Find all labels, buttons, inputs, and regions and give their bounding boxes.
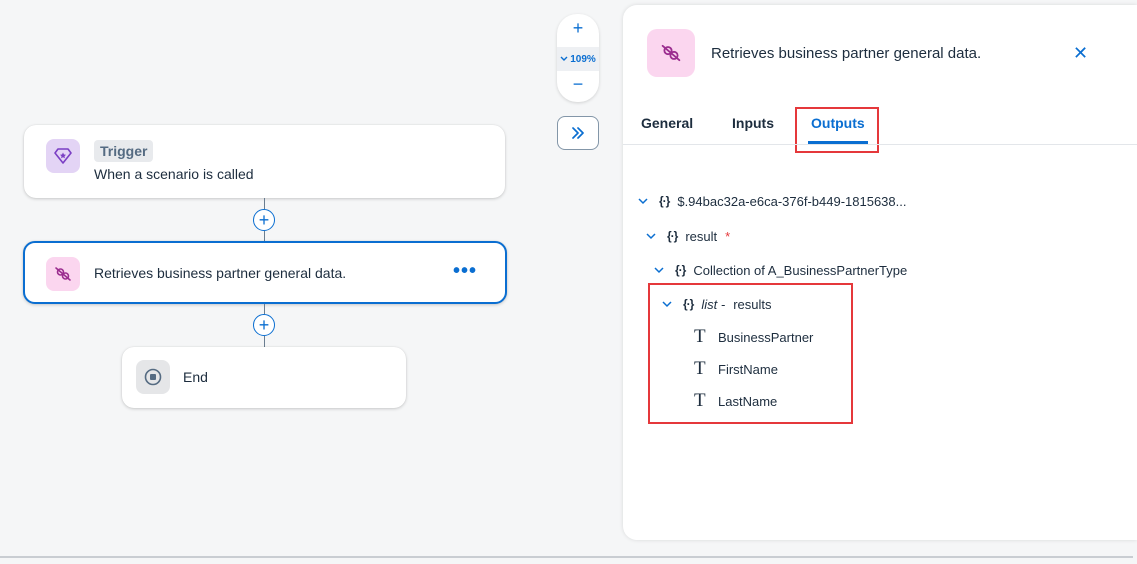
- step-title: Retrieves business partner general data.: [94, 265, 347, 281]
- required-marker: *: [725, 228, 731, 244]
- trigger-description: When a scenario is called: [94, 166, 254, 182]
- double-chevron-right-icon: [572, 127, 584, 139]
- more-options-button[interactable]: •••: [453, 261, 477, 281]
- chevron-down-icon: [638, 198, 648, 205]
- tab-general[interactable]: General: [641, 115, 693, 131]
- api-link-icon: [46, 257, 80, 291]
- api-link-icon: [647, 29, 695, 77]
- add-step-button[interactable]: +: [253, 314, 275, 336]
- tree-node-result[interactable]: {·} result *: [645, 227, 730, 245]
- zoom-out-button[interactable]: −: [557, 74, 599, 95]
- stop-icon: [136, 360, 170, 394]
- tree-node-label: result: [685, 228, 718, 244]
- highlight-box-outputs-tab: [795, 107, 879, 153]
- zoom-level-dropdown[interactable]: 109%: [557, 47, 599, 71]
- connector-line: [264, 336, 265, 347]
- tree-node-root[interactable]: {·} $.94bac32a-e6ca-376f-b449-1815638...: [637, 192, 906, 210]
- step-card-retrieve-business-partner[interactable]: Retrieves business partner general data.…: [23, 241, 507, 304]
- end-label: End: [183, 369, 208, 385]
- end-card[interactable]: End: [122, 347, 406, 408]
- zoom-in-button[interactable]: +: [557, 18, 599, 39]
- connector-line: [264, 198, 265, 209]
- object-icon: {·}: [667, 229, 678, 243]
- panel-title: Retrieves business partner general data.: [711, 45, 982, 62]
- chevron-down-icon: [654, 267, 664, 274]
- connector-line: [264, 304, 265, 314]
- trigger-icon: [46, 139, 80, 173]
- flow-canvas: Trigger When a scenario is called + Retr…: [0, 0, 1137, 556]
- chevron-down-icon: [646, 233, 656, 240]
- tree-node-label: $.94bac32a-e6ca-376f-b449-1815638...: [677, 193, 907, 209]
- trigger-badge: Trigger: [94, 140, 154, 162]
- details-panel: Retrieves business partner general data.…: [623, 5, 1137, 540]
- close-icon[interactable]: ✕: [1073, 43, 1088, 64]
- connector-line: [264, 231, 265, 241]
- zoom-control: + 109% −: [557, 14, 599, 102]
- trigger-card[interactable]: Trigger When a scenario is called: [24, 125, 505, 198]
- highlight-box-results-list: [648, 283, 853, 424]
- object-icon: {·}: [659, 194, 670, 208]
- expand-panel-button[interactable]: [557, 116, 599, 150]
- tree-node-label: Collection of A_BusinessPartnerType: [693, 262, 908, 278]
- divider: [623, 144, 1137, 145]
- chevron-down-icon: [560, 54, 568, 65]
- add-step-button[interactable]: +: [253, 209, 275, 231]
- tab-inputs[interactable]: Inputs: [732, 115, 774, 131]
- tree-node-collection[interactable]: {·} Collection of A_BusinessPartnerType: [653, 261, 907, 279]
- zoom-level-value: 109%: [570, 53, 596, 65]
- bottom-border: [0, 556, 1133, 558]
- object-icon: {·}: [675, 263, 686, 277]
